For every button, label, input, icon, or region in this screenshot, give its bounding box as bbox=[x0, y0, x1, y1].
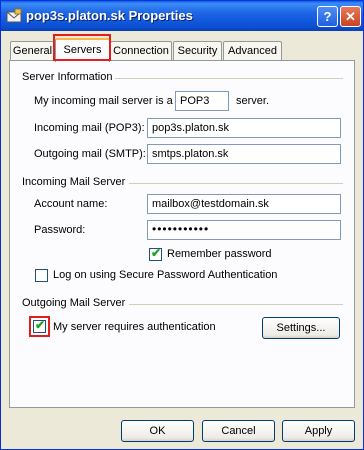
incoming-type-prefix: My incoming mail server is a bbox=[34, 95, 173, 107]
title-bar[interactable]: pop3s.platon.sk Properties ? ✕ bbox=[1, 1, 363, 31]
servers-tab-highlight bbox=[53, 34, 111, 61]
account-name-label: Account name: bbox=[34, 198, 108, 210]
group-divider bbox=[129, 183, 343, 184]
outgoing-mail-server-heading: Outgoing Mail Server bbox=[22, 297, 126, 309]
close-button[interactable]: ✕ bbox=[340, 6, 361, 27]
password-label: Password: bbox=[34, 224, 86, 236]
help-button[interactable]: ? bbox=[317, 6, 338, 27]
tab-connection[interactable]: Connection bbox=[110, 41, 172, 61]
apply-button[interactable]: Apply bbox=[282, 420, 355, 442]
mail-icon bbox=[6, 8, 22, 23]
group-divider bbox=[115, 78, 343, 79]
window-title: pop3s.platon.sk Properties bbox=[26, 8, 193, 23]
remember-password-label[interactable]: Remember password bbox=[167, 248, 272, 260]
tab-advanced[interactable]: Advanced bbox=[223, 41, 282, 61]
password-field[interactable]: ••••••••••• bbox=[147, 220, 341, 240]
incoming-server-type-field: POP3 bbox=[175, 91, 229, 111]
ok-button[interactable]: OK bbox=[121, 420, 194, 442]
remember-password-checkbox[interactable]: ✔ bbox=[149, 246, 162, 261]
tab-security[interactable]: Security bbox=[173, 41, 222, 61]
checkmark-icon: ✔ bbox=[151, 246, 162, 260]
server-information-heading: Server Information bbox=[22, 71, 113, 83]
tab-general[interactable]: General bbox=[10, 41, 55, 61]
requires-auth-label[interactable]: My server requires authentication bbox=[53, 321, 216, 333]
settings-button[interactable]: Settings... bbox=[262, 317, 340, 339]
spa-label[interactable]: Log on using Secure Password Authenticat… bbox=[53, 269, 277, 281]
incoming-mail-field[interactable]: pop3s.platon.sk bbox=[147, 118, 341, 138]
incoming-type-suffix: server. bbox=[236, 95, 270, 107]
account-name-field[interactable]: mailbox@testdomain.sk bbox=[147, 194, 341, 214]
properties-window: pop3s.platon.sk Properties ? ✕ General S… bbox=[0, 0, 364, 450]
cancel-button[interactable]: Cancel bbox=[202, 420, 275, 442]
incoming-mail-label: Incoming mail (POP3): bbox=[34, 122, 145, 134]
spa-checkbox[interactable] bbox=[35, 269, 48, 282]
auth-checkbox-highlight bbox=[29, 316, 50, 337]
outgoing-mail-label: Outgoing mail (SMTP): bbox=[34, 148, 146, 160]
outgoing-mail-field[interactable]: smtps.platon.sk bbox=[147, 144, 341, 164]
group-divider bbox=[129, 304, 343, 305]
incoming-mail-server-heading: Incoming Mail Server bbox=[22, 176, 126, 188]
